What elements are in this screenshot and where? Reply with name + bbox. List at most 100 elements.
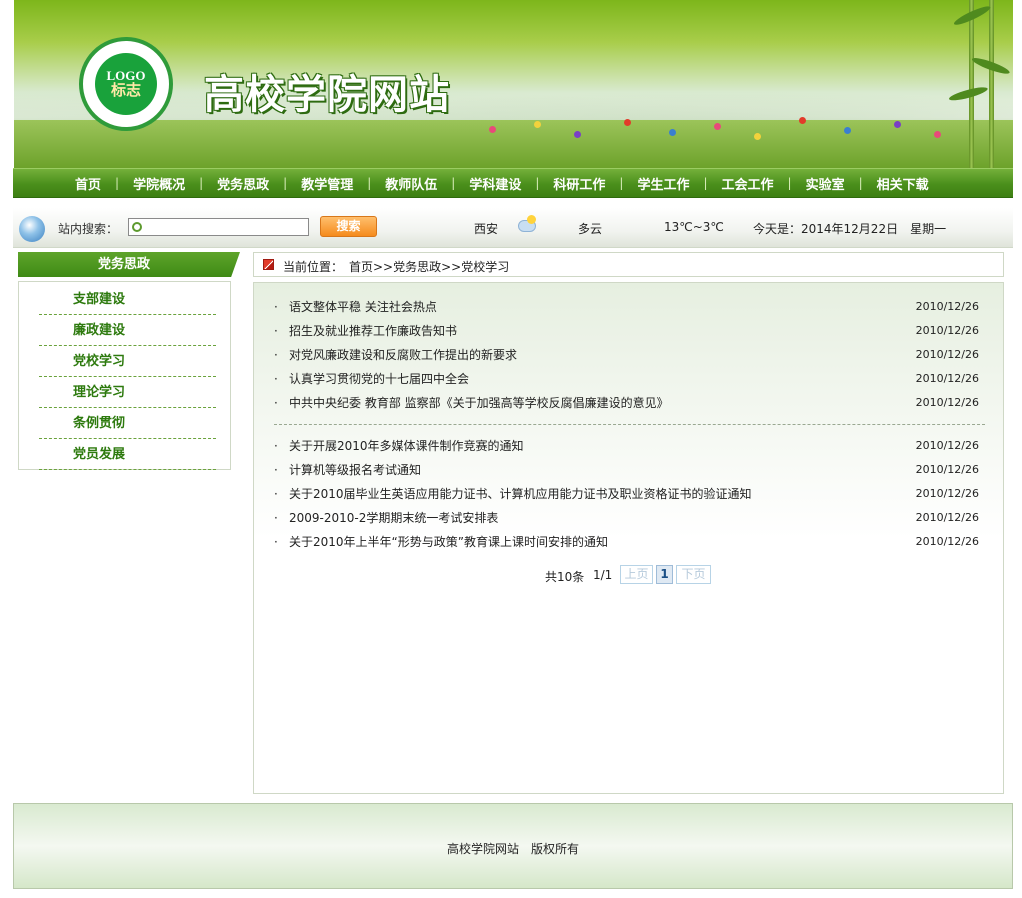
sidebar-item-integrity[interactable]: 廉政建设 bbox=[39, 315, 216, 346]
list-item[interactable]: · 关于2010年上半年“形势与政策”教育课上课时间安排的通知 2010/12/… bbox=[274, 530, 984, 554]
news-date: 2010/12/26 bbox=[915, 535, 979, 548]
news-title[interactable]: 语文整体平稳 关注社会热点 bbox=[289, 295, 437, 319]
news-title[interactable]: 中共中央纪委 教育部 监察部《关于加强高等学校反腐倡廉建设的意见》 bbox=[289, 391, 669, 415]
nav-item-disciplines[interactable]: 学科建设 bbox=[455, 174, 535, 193]
news-date: 2010/12/26 bbox=[915, 396, 979, 409]
bullet: · bbox=[274, 372, 278, 386]
search-icon bbox=[132, 222, 142, 232]
news-title[interactable]: 关于2010届毕业生英语应用能力证书、计算机应用能力证书及职业资格证书的验证通知 bbox=[289, 482, 752, 506]
bullet: · bbox=[274, 535, 278, 549]
nav-item-faculty[interactable]: 教师队伍 bbox=[371, 174, 451, 193]
nav-item-research[interactable]: 科研工作 bbox=[539, 174, 619, 193]
bullet: · bbox=[274, 439, 278, 453]
logo-text: LOGO bbox=[106, 67, 146, 83]
nav-item-lab[interactable]: 实验室 bbox=[792, 174, 859, 193]
weather-temperature: 13℃~3℃ bbox=[664, 220, 724, 234]
flower-decoration bbox=[669, 129, 676, 136]
logo-subtext: 标志 bbox=[110, 82, 141, 99]
bullet: · bbox=[274, 396, 278, 410]
sidebar-menu: 支部建设 廉政建设 党校学习 理论学习 条例贯彻 党员发展 bbox=[18, 281, 231, 470]
news-date: 2010/12/26 bbox=[915, 511, 979, 524]
flower-decoration bbox=[934, 131, 941, 138]
pagination-count: 共10条 bbox=[545, 570, 585, 584]
footer: 高校学院网站 版权所有 bbox=[13, 803, 1013, 889]
bullet: · bbox=[274, 300, 278, 314]
list-item[interactable]: · 2009-2010-2学期期末统一考试安排表 2010/12/26 bbox=[274, 506, 984, 530]
partly-cloudy-icon bbox=[518, 215, 536, 232]
sidebar-item-regulations[interactable]: 条例贯彻 bbox=[39, 408, 216, 439]
flower-decoration bbox=[534, 121, 541, 128]
sidebar-title: 党务思政 bbox=[18, 252, 240, 277]
news-date: 2010/12/26 bbox=[915, 487, 979, 500]
logo-inner: LOGO 标志 bbox=[95, 53, 157, 115]
nav-item-about[interactable]: 学院概况 bbox=[119, 174, 199, 193]
globe-icon bbox=[19, 216, 45, 242]
bamboo-stalk bbox=[969, 0, 974, 168]
bullet: · bbox=[274, 511, 278, 525]
news-panel: · 语文整体平稳 关注社会热点 2010/12/26 · 招生及就业推荐工作廉政… bbox=[253, 282, 1004, 794]
flower-decoration bbox=[799, 117, 806, 124]
footer-copyright: 高校学院网站 版权所有 bbox=[446, 842, 579, 856]
news-title[interactable]: 关于2010年上半年“形势与政策”教育课上课时间安排的通知 bbox=[289, 530, 608, 554]
site-title: 高校学院网站 bbox=[204, 71, 450, 118]
nav-item-students[interactable]: 学生工作 bbox=[623, 174, 703, 193]
current-page-button[interactable]: 1 bbox=[656, 565, 673, 584]
flower-decoration bbox=[574, 131, 581, 138]
list-item[interactable]: · 关于开展2010年多媒体课件制作竞赛的通知 2010/12/26 bbox=[274, 434, 984, 458]
news-date: 2010/12/26 bbox=[915, 348, 979, 361]
news-title[interactable]: 关于开展2010年多媒体课件制作竞赛的通知 bbox=[289, 434, 524, 458]
next-page-button[interactable]: 下页 bbox=[676, 565, 711, 584]
flower-decoration bbox=[894, 121, 901, 128]
list-divider bbox=[274, 424, 985, 425]
sidebar-item-branch[interactable]: 支部建设 bbox=[39, 284, 216, 315]
news-date: 2010/12/26 bbox=[915, 463, 979, 476]
nav-item-downloads[interactable]: 相关下载 bbox=[863, 174, 943, 193]
prev-page-button[interactable]: 上页 bbox=[620, 565, 653, 584]
news-date: 2010/12/26 bbox=[915, 372, 979, 385]
nav-item-union[interactable]: 工会工作 bbox=[708, 174, 788, 193]
bamboo-stalk bbox=[989, 0, 994, 168]
nav-item-teaching[interactable]: 教学管理 bbox=[287, 174, 367, 193]
flower-decoration bbox=[844, 127, 851, 134]
pagination-page-info: 1/1 bbox=[593, 568, 613, 582]
news-title[interactable]: 对党风廉政建设和反腐败工作提出的新要求 bbox=[289, 343, 517, 367]
weather-condition: 多云 bbox=[578, 222, 603, 236]
list-item[interactable]: · 关于2010届毕业生英语应用能力证书、计算机应用能力证书及职业资格证书的验证… bbox=[274, 482, 984, 506]
today-date: 今天是：2014年12月22日 星期一 bbox=[753, 222, 947, 236]
banner-meadow bbox=[14, 120, 1013, 168]
news-date: 2010/12/26 bbox=[915, 439, 979, 452]
breadcrumb-path[interactable]: 首页>>党务思政>>党校学习 bbox=[349, 258, 509, 275]
flower-decoration bbox=[714, 123, 721, 130]
header-banner: LOGO 标志 高校学院网站 bbox=[14, 0, 1013, 168]
search-label: 站内搜索： bbox=[58, 222, 119, 236]
search-input[interactable] bbox=[128, 218, 309, 236]
sidebar-item-party-school[interactable]: 党校学习 bbox=[39, 346, 216, 377]
bullet: · bbox=[274, 348, 278, 362]
list-item[interactable]: · 计算机等级报名考试通知 2010/12/26 bbox=[274, 458, 984, 482]
list-item[interactable]: · 认真学习贯彻党的十七届四中全会 2010/12/26 bbox=[274, 367, 984, 391]
weather-city: 西安 bbox=[474, 222, 499, 236]
list-item[interactable]: · 招生及就业推荐工作廉政告知书 2010/12/26 bbox=[274, 319, 984, 343]
sidebar-item-membership[interactable]: 党员发展 bbox=[39, 439, 216, 470]
main-nav: 首页 | 学院概况 | 党务思政 | 教学管理 | 教师队伍 | 学科建设 | … bbox=[13, 168, 1013, 198]
news-title[interactable]: 招生及就业推荐工作廉政告知书 bbox=[289, 319, 457, 343]
nav-item-home[interactable]: 首页 bbox=[61, 174, 115, 193]
search-button[interactable]: 搜索 bbox=[320, 216, 377, 237]
site-logo[interactable]: LOGO 标志 bbox=[79, 37, 173, 131]
flower-decoration bbox=[754, 133, 761, 140]
nav-item-party[interactable]: 党务思政 bbox=[203, 174, 283, 193]
bullet: · bbox=[274, 487, 278, 501]
flower-decoration bbox=[489, 126, 496, 133]
breadcrumb: 当前位置： 首页>>党务思政>>党校学习 bbox=[253, 252, 1004, 277]
sidebar-item-theory[interactable]: 理论学习 bbox=[39, 377, 216, 408]
bullet: · bbox=[274, 324, 278, 338]
list-item[interactable]: · 语文整体平稳 关注社会热点 2010/12/26 bbox=[274, 295, 984, 319]
news-date: 2010/12/26 bbox=[915, 324, 979, 337]
news-title[interactable]: 认真学习贯彻党的十七届四中全会 bbox=[289, 367, 469, 391]
news-title[interactable]: 计算机等级报名考试通知 bbox=[289, 458, 421, 482]
list-item[interactable]: · 对党风廉政建设和反腐败工作提出的新要求 2010/12/26 bbox=[274, 343, 984, 367]
news-title[interactable]: 2009-2010-2学期期末统一考试安排表 bbox=[289, 506, 498, 530]
search-bar: 站内搜索： 搜索 西安 多云 13℃~3℃ 今天是：2014年12月22日 星期… bbox=[13, 208, 1013, 248]
list-item[interactable]: · 中共中央纪委 教育部 监察部《关于加强高等学校反腐倡廉建设的意见》 2010… bbox=[274, 391, 984, 415]
news-date: 2010/12/26 bbox=[915, 300, 979, 313]
